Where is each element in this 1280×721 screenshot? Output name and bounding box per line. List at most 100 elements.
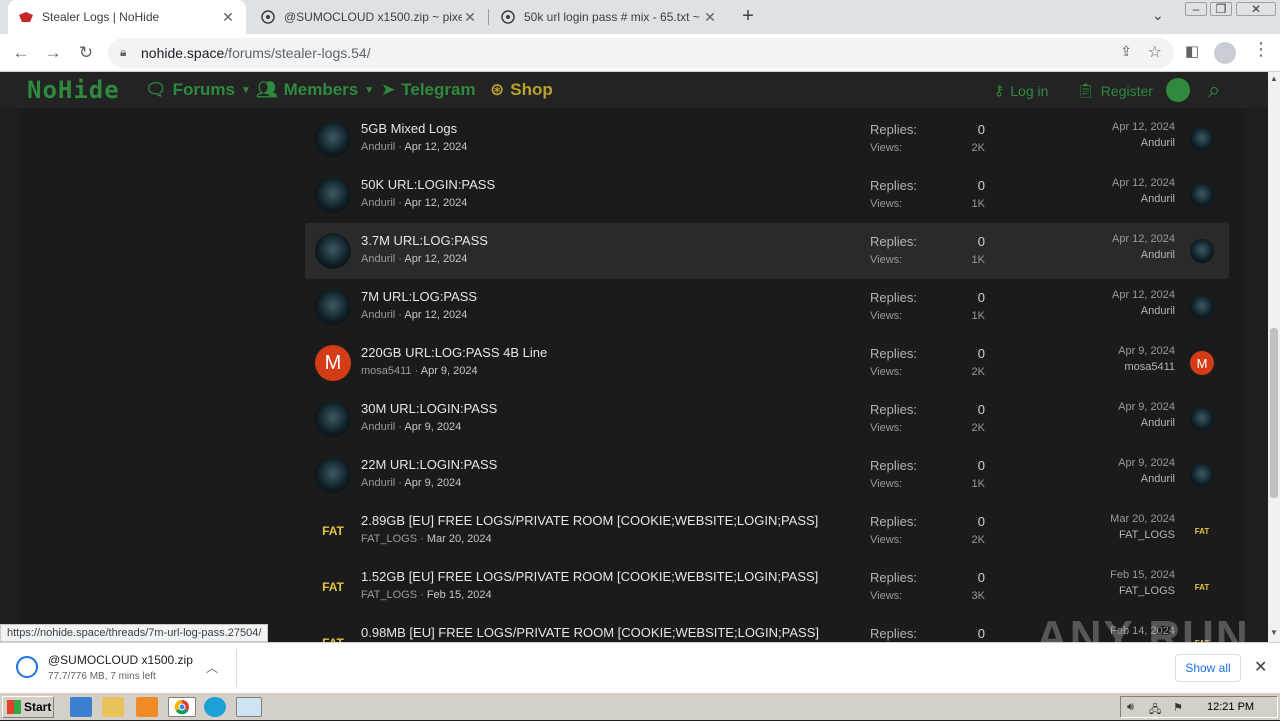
last-post-date[interactable]: Mar 20, 2024 (1075, 513, 1175, 525)
thread-author[interactable]: Anduril (361, 477, 395, 489)
thread-row[interactable]: FAT 1.52GB [EU] FREE LOGS/PRIVATE ROOM [C… (305, 559, 1229, 615)
author-avatar[interactable] (315, 289, 351, 325)
last-poster-avatar[interactable]: FAT (1190, 519, 1214, 543)
author-avatar[interactable]: M (315, 345, 351, 381)
thread-title[interactable]: 7M URL:LOG:PASS (361, 289, 477, 304)
thread-author[interactable]: FAT_LOGS (361, 589, 417, 601)
last-post-date[interactable]: Apr 12, 2024 (1075, 121, 1175, 133)
author-avatar[interactable] (315, 121, 351, 157)
last-post-user[interactable]: Anduril (1075, 417, 1175, 429)
thread-row[interactable]: M 220GB URL:LOG:PASS 4B Line mosa5411 · Ap… (305, 335, 1229, 391)
tab-50k-url[interactable]: 50k url login pass # mix - 65.txt ~ pixe… (490, 0, 728, 34)
nav-register[interactable]: 📋︎ Register (1077, 82, 1153, 99)
last-poster-avatar[interactable] (1190, 127, 1214, 151)
thread-date[interactable]: Feb 15, 2024 (427, 589, 492, 601)
thread-row[interactable]: 30M URL:LOGIN:PASS Anduril · Apr 9, 2024 R… (305, 391, 1229, 447)
thread-date[interactable]: Apr 12, 2024 (404, 309, 467, 321)
last-post-date[interactable]: Feb 15, 2024 (1075, 569, 1175, 581)
last-post-date[interactable]: Apr 12, 2024 (1075, 177, 1175, 189)
nav-login[interactable]: ⚷ Log in (994, 82, 1048, 99)
globe-icon[interactable] (1166, 78, 1190, 102)
thread-row[interactable]: 7M URL:LOG:PASS Anduril · Apr 12, 2024 Rep… (305, 279, 1229, 335)
thread-row[interactable]: 3.7M URL:LOG:PASS Anduril · Apr 12, 2024 R… (305, 223, 1229, 279)
thread-date[interactable]: Apr 12, 2024 (404, 197, 467, 209)
author-avatar[interactable] (315, 177, 351, 213)
tab-sumocloud-zip[interactable]: @SUMOCLOUD x1500.zip ~ pixeldrain ✕ (250, 0, 488, 34)
download-bar-close-icon[interactable]: ✕ (1254, 657, 1267, 677)
edge-icon[interactable] (204, 697, 226, 717)
last-post-user[interactable]: Anduril (1075, 193, 1175, 205)
last-post-date[interactable]: Apr 9, 2024 (1075, 345, 1175, 357)
thread-title[interactable]: 2.89GB [EU] FREE LOGS/PRIVATE ROOM [COOK… (361, 513, 818, 528)
last-poster-avatar[interactable] (1190, 463, 1214, 487)
last-post-date[interactable]: Apr 12, 2024 (1075, 289, 1175, 301)
last-post-user[interactable]: mosa5411 (1075, 361, 1175, 373)
last-post-date[interactable]: Apr 9, 2024 (1075, 457, 1175, 469)
nav-members[interactable]: 👥︎ Members ▼ (256, 80, 374, 100)
tab-search-chevron-icon[interactable]: ⌄ (1152, 7, 1164, 24)
show-all-button[interactable]: Show all (1175, 654, 1241, 682)
thread-row[interactable]: 5GB Mixed Logs Anduril · Apr 12, 2024 Repl… (305, 111, 1229, 167)
thread-title[interactable]: 0.98MB [EU] FREE LOGS/PRIVATE ROOM [COOK… (361, 625, 819, 640)
bookmark-star-icon[interactable]: ☆ (1148, 42, 1162, 62)
restore-icon[interactable]: ❐ (1210, 2, 1232, 16)
vertical-scrollbar[interactable]: ▲ ▼ (1268, 72, 1280, 642)
site-logo[interactable]: NoHide (27, 76, 120, 104)
last-post-date[interactable]: Apr 9, 2024 (1075, 401, 1175, 413)
address-bar[interactable]: 🔒︎ nohide.space/forums/stealer-logs.54/ … (108, 38, 1174, 68)
kebab-menu-icon[interactable]: ⋮ (1252, 39, 1270, 60)
thread-date[interactable]: Apr 9, 2024 (404, 477, 461, 489)
thread-title[interactable]: 50K URL:LOGIN:PASS (361, 177, 495, 192)
thread-title[interactable]: 1.52GB [EU] FREE LOGS/PRIVATE ROOM [COOK… (361, 569, 818, 584)
thread-title[interactable]: 3.7M URL:LOG:PASS (361, 233, 488, 248)
thread-author[interactable]: Anduril (361, 421, 395, 433)
profile-avatar-icon[interactable] (1214, 42, 1236, 64)
thread-author[interactable]: mosa5411 (361, 365, 412, 377)
flag-notification-icon[interactable]: ⚑ (1173, 701, 1187, 714)
last-poster-avatar[interactable] (1190, 295, 1214, 319)
notepad-icon[interactable] (236, 697, 262, 717)
thread-title[interactable]: 30M URL:LOGIN:PASS (361, 401, 497, 416)
last-poster-avatar[interactable] (1190, 183, 1214, 207)
thread-title[interactable]: 22M URL:LOGIN:PASS (361, 457, 497, 472)
author-avatar[interactable]: FAT (315, 569, 351, 605)
nav-shop[interactable]: ⊛ Shop (490, 80, 553, 100)
last-post-date[interactable]: Apr 12, 2024 (1075, 233, 1175, 245)
thread-row[interactable]: 22M URL:LOGIN:PASS Anduril · Apr 9, 2024 R… (305, 447, 1229, 503)
thread-date[interactable]: Mar 20, 2024 (427, 533, 492, 545)
thread-author[interactable]: Anduril (361, 197, 395, 209)
thread-row[interactable]: FAT 2.89GB [EU] FREE LOGS/PRIVATE ROOM [C… (305, 503, 1229, 559)
author-avatar[interactable]: FAT (315, 625, 351, 642)
thread-date[interactable]: Apr 9, 2024 (421, 365, 478, 377)
author-avatar[interactable]: FAT (315, 513, 351, 549)
scroll-down-arrow-icon[interactable]: ▼ (1270, 628, 1278, 637)
thread-date[interactable]: Apr 12, 2024 (404, 141, 467, 153)
download-filename[interactable]: @SUMOCLOUD x1500.zip (48, 653, 193, 667)
share-icon[interactable]: ⇪ (1120, 43, 1132, 60)
chrome-icon[interactable] (168, 697, 196, 717)
thread-title[interactable]: 5GB Mixed Logs (361, 121, 457, 136)
thread-row[interactable]: 50K URL:LOGIN:PASS Anduril · Apr 12, 2024… (305, 167, 1229, 223)
tab-close-icon[interactable]: ✕ (462, 9, 478, 26)
search-icon[interactable]: ⌕ (1208, 77, 1220, 103)
window-close-icon[interactable]: ✕ (1236, 2, 1276, 16)
thread-date[interactable]: Apr 12, 2024 (404, 253, 467, 265)
thread-date[interactable]: Apr 9, 2024 (404, 421, 461, 433)
last-poster-avatar[interactable] (1190, 239, 1214, 263)
network-icon[interactable]: 🖧 (1149, 701, 1163, 716)
last-post-user[interactable]: Anduril (1075, 137, 1175, 149)
volume-icon[interactable]: 🔊︎ (1127, 701, 1141, 713)
thread-author[interactable]: Anduril (361, 309, 395, 321)
scroll-up-arrow-icon[interactable]: ▲ (1270, 74, 1278, 83)
scrollbar-thumb[interactable] (1270, 328, 1278, 498)
tab-close-icon[interactable]: ✕ (220, 9, 236, 26)
start-button[interactable]: Start (2, 696, 54, 718)
thread-author[interactable]: Anduril (361, 253, 395, 265)
author-avatar[interactable] (315, 401, 351, 437)
explorer-folder-icon[interactable] (102, 697, 124, 717)
last-poster-avatar[interactable] (1190, 407, 1214, 431)
last-post-user[interactable]: FAT_LOGS (1075, 529, 1175, 541)
thread-title[interactable]: 220GB URL:LOG:PASS 4B Line (361, 345, 547, 360)
back-arrow-icon[interactable]: ← (10, 42, 32, 64)
last-post-user[interactable]: FAT_LOGS (1075, 585, 1175, 597)
